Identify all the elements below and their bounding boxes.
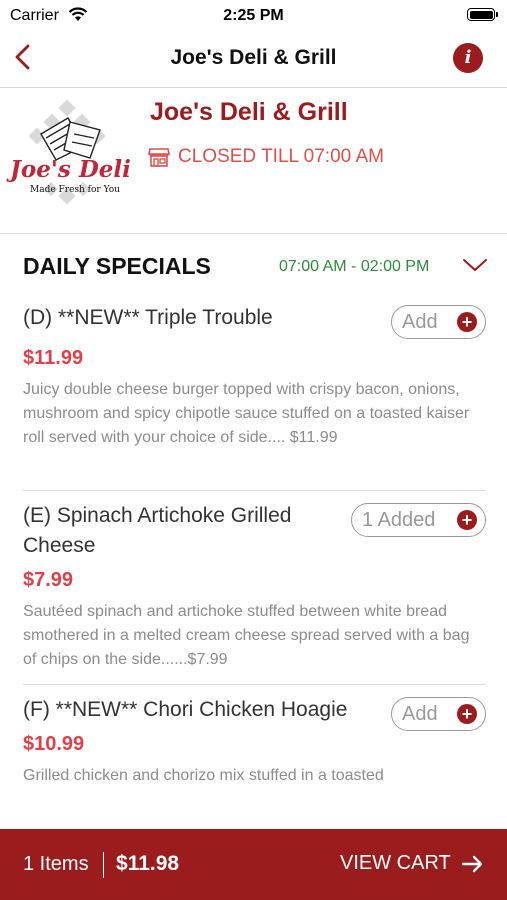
item-name: (F) **NEW** Chori Chicken Hoagie (23, 698, 348, 721)
logo-title: Joe's Deli (6, 156, 131, 183)
item-description: Juicy double cheese burger topped with c… (23, 381, 470, 446)
item-price: $10.99 (23, 733, 85, 755)
section-hours: 07:00 AM - 02:00 PM (279, 258, 430, 275)
item-name: (D) **NEW** Triple Trouble (23, 306, 273, 329)
restaurant-name: Joe's Deli & Grill (150, 98, 348, 126)
item-name: (E) Spinach Artichoke Grilled Cheese (23, 504, 292, 557)
divider (23, 684, 486, 685)
add-button-label: 1 Added (362, 508, 436, 531)
status-bar: Carrier 2:25 PM (0, 0, 507, 30)
view-cart-button[interactable]: VIEW CART (340, 852, 485, 875)
chevron-down-icon[interactable] (462, 257, 488, 273)
section-title: DAILY SPECIALS (23, 253, 211, 279)
arrow-right-icon (461, 855, 482, 872)
add-button-label: Add (402, 310, 438, 333)
section-header[interactable]: DAILY SPECIALS 07:00 AM - 02:00 PM (0, 247, 507, 287)
plus-icon: + (457, 510, 477, 530)
view-cart-label: VIEW CART (340, 852, 451, 874)
clock: 2:25 PM (223, 7, 284, 24)
item-description: Sautéed spinach and artichoke stuffed be… (23, 603, 470, 668)
plus-icon: + (457, 704, 477, 724)
add-button[interactable]: Add + (391, 697, 486, 731)
status-text: CLOSED TILL 07:00 AM (178, 146, 384, 167)
info-button[interactable]: i (453, 43, 483, 73)
info-icon: i (464, 47, 472, 68)
cart-bar[interactable]: 1 Items $11.98 VIEW CART (0, 829, 507, 900)
divider (23, 490, 486, 491)
logo-tagline: Made Fresh for You (30, 185, 120, 195)
store-icon (148, 148, 170, 167)
cart-total: $11.98 (116, 852, 180, 875)
added-button[interactable]: 1 Added + (351, 503, 486, 537)
restaurant-logo: Joe's Deli Made Fresh for You (6, 99, 131, 205)
add-button-label: Add (402, 702, 438, 725)
plus-icon: + (457, 312, 477, 332)
cart-divider (103, 852, 104, 878)
battery-icon (467, 8, 498, 21)
add-button[interactable]: Add + (391, 305, 486, 339)
restaurant-status: CLOSED TILL 07:00 AM (148, 146, 384, 168)
item-description: Grilled chicken and chorizo mix stuffed … (23, 767, 384, 784)
item-price: $7.99 (23, 569, 74, 591)
nav-title: Joe's Deli & Grill (170, 46, 337, 69)
cart-item-count: 1 Items (23, 853, 89, 875)
restaurant-header: Joe's Deli Made Fresh for You Joe's Deli… (0, 88, 507, 234)
nav-bar: Joe's Deli & Grill i (0, 30, 507, 88)
item-price: $11.99 (23, 347, 84, 369)
